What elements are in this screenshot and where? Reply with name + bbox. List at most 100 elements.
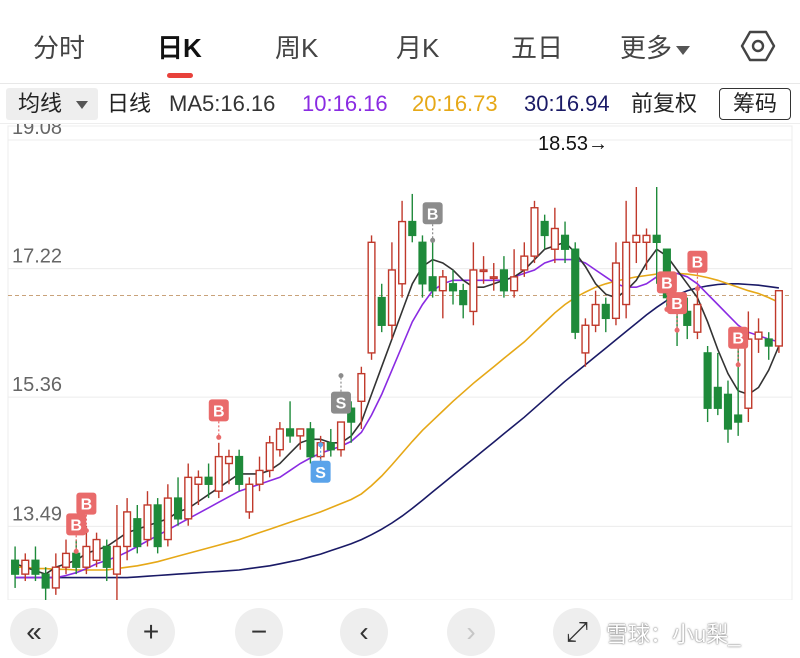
zoom-out-button[interactable]: − xyxy=(235,608,283,656)
adjust-mode-label[interactable]: 前复权 xyxy=(631,90,697,118)
candle-body xyxy=(632,234,641,244)
candle-body xyxy=(448,283,458,292)
candle xyxy=(581,318,590,367)
candle-body xyxy=(51,566,60,589)
candle-body xyxy=(479,269,488,273)
settings-hexagon-icon[interactable] xyxy=(740,28,776,64)
candle-body xyxy=(510,276,519,292)
ma30-value: 30:16.94 xyxy=(524,91,610,116)
candle xyxy=(112,504,121,600)
candle-body xyxy=(499,269,508,292)
candle-body xyxy=(367,241,376,354)
candle xyxy=(428,242,437,298)
candle-body xyxy=(581,324,590,354)
candle-body xyxy=(41,573,50,589)
y-tick-label: 13.49 xyxy=(12,503,62,525)
tab-intraday[interactable]: 分时 xyxy=(33,28,85,65)
candle-body xyxy=(326,442,335,451)
candle-body xyxy=(734,414,743,423)
candle xyxy=(245,477,254,519)
candle-body xyxy=(601,303,610,320)
candle xyxy=(723,380,733,443)
candle-body xyxy=(123,511,132,548)
candle xyxy=(652,187,661,284)
candle xyxy=(286,401,295,443)
tab-weekly-k[interactable]: 周K xyxy=(275,28,318,65)
candle xyxy=(398,200,407,298)
candle xyxy=(275,422,284,457)
signal-dot xyxy=(73,548,79,554)
candle-body xyxy=(357,372,366,403)
pan-left-button[interactable]: ‹ xyxy=(340,608,388,656)
candle xyxy=(489,263,498,291)
moving-average-bar: 均线 日线 MA5:16.16 10:16.16 20:16.73 30:16.… xyxy=(0,84,800,124)
tab-daily-k[interactable]: 日K xyxy=(157,28,202,65)
fullscreen-button[interactable]: ⤢ xyxy=(553,608,601,656)
tab-five-day[interactable]: 五日 xyxy=(511,28,563,65)
candle-body xyxy=(520,255,529,271)
candle xyxy=(469,242,478,326)
candle xyxy=(642,228,651,270)
tab-more[interactable]: 更多 xyxy=(620,28,691,65)
tab-more-label: 更多 xyxy=(620,33,673,63)
pan-right-button[interactable]: › xyxy=(447,608,495,656)
signal-dot xyxy=(83,528,89,534)
signal-letter: S xyxy=(315,465,326,482)
buy-signal-marker: B xyxy=(422,202,443,243)
zoom-in-button[interactable]: + xyxy=(127,608,175,656)
tab-monthly-k[interactable]: 月K xyxy=(396,28,439,65)
period-tab-bar: 分时 日K 周K 月K 五日 更多 xyxy=(0,0,800,84)
candle xyxy=(326,428,335,457)
candle-body xyxy=(21,559,30,575)
candle-body xyxy=(235,455,244,485)
candle xyxy=(713,352,722,416)
signal-letter: S xyxy=(336,396,347,413)
signal-letter: B xyxy=(732,331,744,348)
double-chevron-left-icon: « xyxy=(26,616,42,647)
ma5-value: MA5:16.16 xyxy=(169,91,276,116)
collapse-button[interactable]: « xyxy=(10,608,58,656)
candle xyxy=(611,242,621,326)
active-tab-indicator xyxy=(167,73,193,78)
candle-body xyxy=(622,241,631,306)
candle xyxy=(153,498,162,554)
candle-body xyxy=(774,289,783,347)
candle-body xyxy=(611,262,621,320)
candle-body xyxy=(336,421,346,451)
candle xyxy=(357,366,366,429)
candle-body xyxy=(754,331,763,340)
candle xyxy=(51,553,60,595)
candle-body xyxy=(591,303,600,326)
candle-body xyxy=(102,545,111,568)
candle xyxy=(632,187,641,264)
candle-body xyxy=(214,455,223,492)
candle-body xyxy=(133,518,142,548)
candle-body xyxy=(652,234,661,244)
candle xyxy=(591,290,600,333)
candle xyxy=(408,193,417,243)
signal-letter: B xyxy=(213,403,225,420)
candle xyxy=(438,269,447,319)
candle-body xyxy=(173,497,183,520)
candle xyxy=(530,200,539,264)
sell-signal-marker: S xyxy=(330,373,351,414)
candle-body xyxy=(560,234,570,250)
chip-distribution-button[interactable]: 筹码 xyxy=(719,88,791,120)
indicator-selector[interactable]: 均线 xyxy=(6,88,98,120)
candle-body xyxy=(377,296,386,326)
y-tick-label: 15.36 xyxy=(12,374,62,396)
chevron-left-icon: ‹ xyxy=(359,616,369,647)
candle-body xyxy=(408,220,417,237)
signal-letter: B xyxy=(81,497,93,514)
signal-letter: B xyxy=(427,206,439,223)
max-price-annotation: 18.53→ xyxy=(538,133,608,155)
candle-body xyxy=(153,504,162,548)
candle-body xyxy=(540,220,549,237)
candle xyxy=(377,283,386,333)
candle-body xyxy=(31,559,40,575)
candle-body xyxy=(693,303,702,333)
candle-body xyxy=(744,338,753,409)
period-label: 日线 xyxy=(107,91,152,116)
candlestick-chart[interactable]: BBBSSBBBBB 19.0817.2215.3613.4911.6318.5… xyxy=(0,124,800,600)
candle-body xyxy=(265,442,274,472)
